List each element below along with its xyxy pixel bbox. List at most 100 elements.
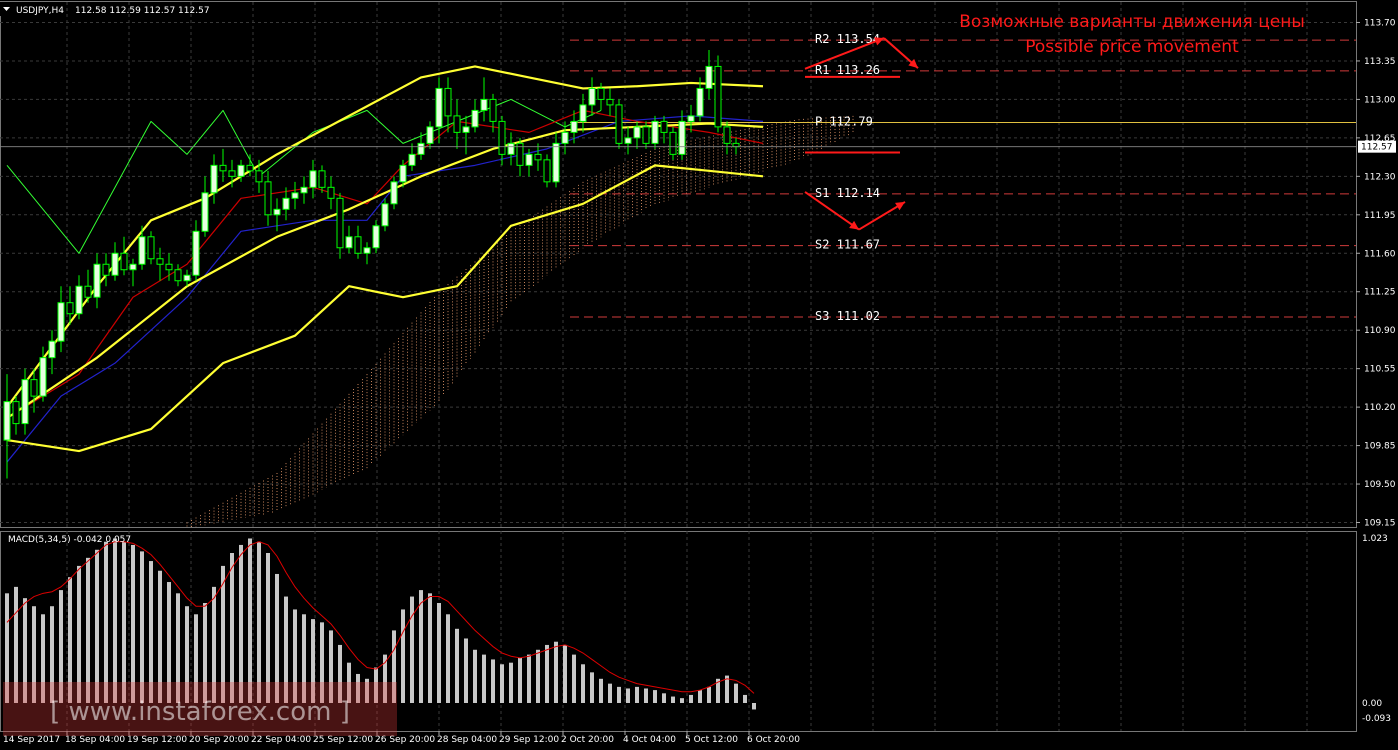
time-axis-label: 4 Oct 04:00 xyxy=(623,735,676,745)
macd-bar xyxy=(482,654,486,703)
price-axis-label: 111.95 xyxy=(1364,211,1396,221)
candle-down xyxy=(543,159,551,183)
time-axis-label: 28 Sep 04:00 xyxy=(437,735,497,745)
candle-up xyxy=(345,236,353,249)
macd-bar xyxy=(680,698,684,703)
macd-bar xyxy=(257,541,261,703)
time-axis-label: 25 Sep 12:00 xyxy=(313,735,373,745)
candle-up xyxy=(363,247,371,254)
candle-down xyxy=(174,269,182,282)
candle-down xyxy=(660,120,668,133)
macd-bar xyxy=(662,693,666,703)
time-axis-label: 20 Sep 20:00 xyxy=(189,735,249,745)
candle-down xyxy=(498,120,506,155)
macd-bar xyxy=(86,557,90,703)
candle-up xyxy=(390,181,398,205)
candle-down xyxy=(714,65,722,128)
candle-up xyxy=(93,263,101,298)
macd-bar xyxy=(752,703,756,710)
candle-up xyxy=(111,252,119,276)
time-axis-label: 6 Oct 20:00 xyxy=(747,735,800,745)
price-axis-label: 113.70 xyxy=(1364,18,1396,28)
price-chart[interactable]: R2 113.54R1 113.26P 112.79S1 112.14S2 11… xyxy=(0,0,1398,750)
pivot-label-s1: S1 112.14 xyxy=(815,186,880,200)
macd-bar xyxy=(401,609,405,703)
price-axis-label: 111.25 xyxy=(1364,288,1396,298)
candle-up xyxy=(678,120,686,155)
macd-bar xyxy=(266,553,270,703)
macd-bar xyxy=(491,659,495,703)
price-axis-label: 110.90 xyxy=(1364,326,1396,336)
candle-down xyxy=(66,302,74,315)
macd-bar xyxy=(140,551,144,703)
candle-up xyxy=(471,109,479,128)
candle-up xyxy=(282,197,290,210)
macd-bar xyxy=(590,672,594,703)
macd-bar xyxy=(104,541,108,703)
candle-down xyxy=(120,252,128,271)
macd-bar xyxy=(698,690,702,703)
candle-down xyxy=(147,236,155,260)
candle-up xyxy=(696,87,704,117)
macd-bar xyxy=(455,628,459,703)
candle-down xyxy=(156,258,164,265)
candle-up xyxy=(624,137,632,144)
candle-up xyxy=(39,357,47,397)
macd-bar xyxy=(563,644,567,703)
macd-bar xyxy=(239,544,243,703)
candle-down xyxy=(669,131,677,155)
candle-down xyxy=(489,98,497,122)
price-axis-label: 113.35 xyxy=(1364,57,1396,67)
candle-down xyxy=(642,126,650,144)
macd-bar xyxy=(734,683,738,703)
macd-bar xyxy=(545,644,549,703)
candle-up xyxy=(570,120,578,133)
macd-bar xyxy=(149,561,153,703)
candle-up xyxy=(237,164,245,177)
pivot-label-p: P 112.79 xyxy=(815,114,873,128)
macd-bar xyxy=(518,657,522,703)
candle-up xyxy=(138,236,146,265)
candle-up xyxy=(633,126,641,139)
candle-down xyxy=(597,87,605,100)
candle-down xyxy=(165,263,173,271)
candle-down xyxy=(723,126,731,144)
macd-axis-label: 1.023 xyxy=(1362,534,1388,544)
candle-down xyxy=(354,236,362,254)
macd-bar xyxy=(554,641,558,703)
time-axis-label: 14 Sep 2017 xyxy=(3,735,60,745)
candle-down xyxy=(84,285,92,298)
candle-up xyxy=(525,153,533,166)
ichimoku-cloud xyxy=(186,115,854,529)
candle-up xyxy=(552,142,560,183)
candle-down xyxy=(534,153,542,161)
price-axis-label: 109.85 xyxy=(1364,442,1396,452)
candle-up xyxy=(273,208,281,216)
price-axis-label: 109.15 xyxy=(1364,519,1396,529)
macd-axis-label: -0.093 xyxy=(1362,714,1391,724)
pivot-label-s2: S2 111.67 xyxy=(815,238,880,252)
candle-down xyxy=(453,115,461,133)
macd-bar xyxy=(608,683,612,703)
candle-up xyxy=(480,98,488,111)
macd-bar xyxy=(500,664,504,703)
macd-bar xyxy=(473,649,477,703)
price-axis-label: 111.60 xyxy=(1364,249,1396,259)
candle-up xyxy=(75,285,83,315)
time-axis-label: 5 Oct 12:00 xyxy=(685,735,738,745)
macd-signal-line xyxy=(6,541,755,694)
macd-bar xyxy=(131,544,135,703)
macd-bar xyxy=(437,603,441,703)
candle-down xyxy=(615,104,623,144)
watermark-text: [ www.instaforex.com ] xyxy=(50,697,350,727)
candle-up xyxy=(705,65,713,89)
candle-up xyxy=(372,225,380,249)
candle-up xyxy=(435,87,443,128)
symbol-label: USDJPY,H4 xyxy=(16,6,64,16)
macd-axis-label: 0.00 xyxy=(1362,699,1382,709)
candle-up xyxy=(579,104,587,122)
candle-up xyxy=(48,340,56,359)
time-axis-label: 26 Sep 20:00 xyxy=(375,735,435,745)
candle-up xyxy=(462,126,470,133)
pivot-label-s3: S3 111.02 xyxy=(815,309,880,323)
